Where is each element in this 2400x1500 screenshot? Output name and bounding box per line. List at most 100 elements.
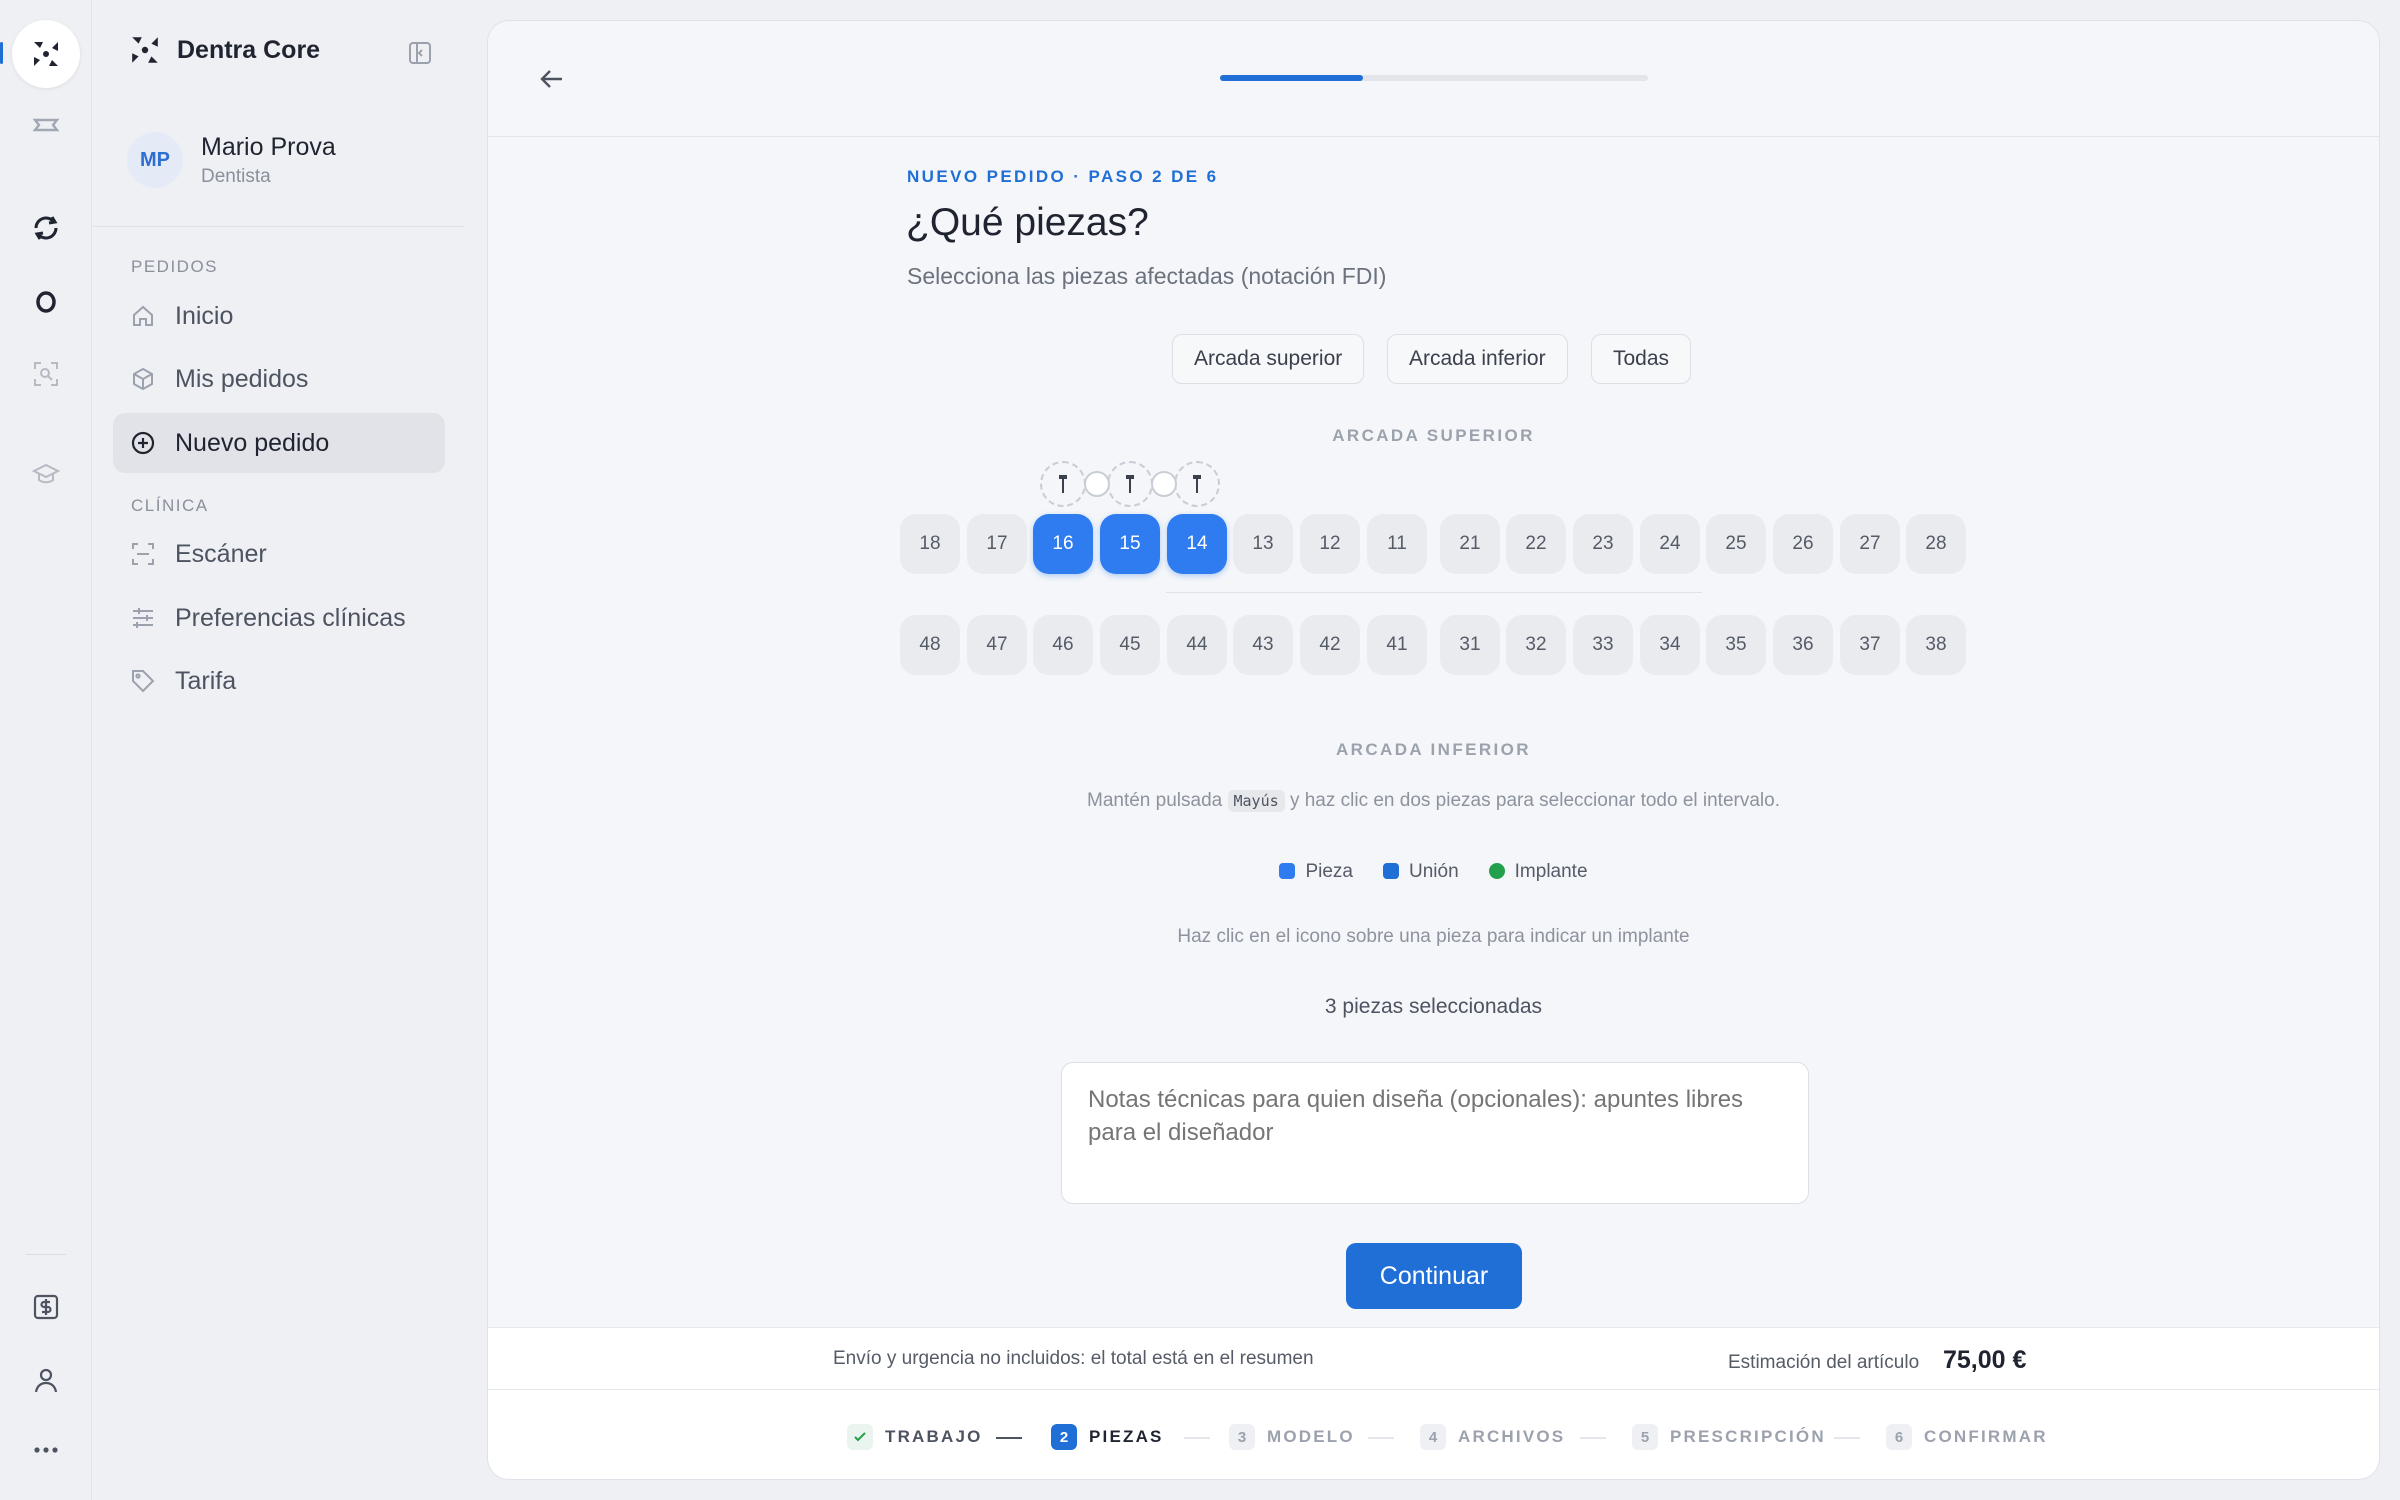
tooth-35[interactable]: 35 [1706, 615, 1766, 675]
legend-label: Unión [1409, 861, 1459, 882]
sidebar-item-label: Mis pedidos [175, 364, 309, 393]
sidebar-item-mis-pedidos[interactable]: Mis pedidos [113, 349, 445, 409]
tooth-33[interactable]: 33 [1573, 615, 1633, 675]
implant-toggle-16[interactable] [1040, 461, 1086, 507]
implant-toggle-14[interactable] [1174, 461, 1220, 507]
select-lower-arch-button[interactable]: Arcada inferior [1387, 334, 1568, 384]
app-logo-button[interactable] [12, 20, 80, 88]
tooth-47[interactable]: 47 [967, 615, 1027, 675]
tooth-31[interactable]: 31 [1440, 615, 1500, 675]
tooth-12[interactable]: 12 [1300, 514, 1360, 574]
user-icon[interactable] [26, 1360, 66, 1400]
step-label: MODELO [1267, 1427, 1355, 1446]
tooth-21[interactable]: 21 [1440, 514, 1500, 574]
tooth-38[interactable]: 38 [1906, 615, 1966, 675]
avatar: MP [127, 132, 183, 188]
wizard-progress-bar [1220, 75, 1648, 81]
tooth-42[interactable]: 42 [1300, 615, 1360, 675]
sidebar-item-nuevo-pedido[interactable]: Nuevo pedido [113, 413, 445, 473]
select-all-button[interactable]: Todas [1591, 334, 1692, 384]
tooth-17[interactable]: 17 [967, 514, 1027, 574]
tooth-crown-icon[interactable] [26, 108, 66, 148]
implant-toggle-15[interactable] [1107, 461, 1153, 507]
step-label: PRESCRIPCIÓN [1670, 1427, 1826, 1446]
wizard-progress-fill [1220, 75, 1363, 81]
tooth-22[interactable]: 22 [1506, 514, 1566, 574]
tooth-45[interactable]: 45 [1100, 615, 1160, 675]
sidebar-item-tarifa[interactable]: Tarifa [113, 651, 445, 711]
step-confirmar[interactable]: 6 CONFIRMAR [1886, 1424, 2048, 1450]
legend-item-union: Unión [1383, 861, 1459, 883]
sidebar-item-label: Nuevo pedido [175, 428, 330, 457]
step-piezas[interactable]: 2 PIEZAS [1051, 1424, 1164, 1450]
tooth-48[interactable]: 48 [900, 615, 960, 675]
tooth-36[interactable]: 36 [1773, 615, 1833, 675]
tooth-46[interactable]: 46 [1033, 615, 1093, 675]
step-prescripcion[interactable]: 5 PRESCRIPCIÓN [1632, 1424, 1826, 1450]
technical-notes-field[interactable] [1061, 1062, 1809, 1204]
logo-icon [34, 42, 58, 66]
check-icon [847, 1424, 873, 1450]
sidebar-item-inicio[interactable]: Inicio [113, 286, 445, 346]
legend-label: Implante [1514, 861, 1588, 882]
more-icon[interactable] [26, 1430, 66, 1470]
ring-icon[interactable] [26, 282, 66, 322]
wizard-stepper: TRABAJO 2 PIEZAS 3 MODELO 4 ARCHIVOS 5 P… [488, 1389, 2379, 1479]
page-subtitle: Selecciona las piezas afectadas (notació… [907, 263, 1387, 289]
implant-hint: Haz clic en el icono sobre una pieza par… [1177, 926, 1690, 947]
rail-active-indicator [0, 42, 3, 64]
tooth-28[interactable]: 28 [1906, 514, 1966, 574]
step-label: ARCHIVOS [1458, 1427, 1566, 1446]
tooth-15[interactable]: 15 [1100, 514, 1160, 574]
select-upper-arch-button[interactable]: Arcada superior [1172, 334, 1365, 384]
tooth-37[interactable]: 37 [1840, 615, 1900, 675]
continue-button[interactable]: Continuar [1346, 1243, 1522, 1309]
scan-face-icon[interactable] [26, 354, 66, 394]
sidebar-item-label: Inicio [175, 301, 234, 330]
range-hint-suffix: y haz clic en dos piezas para selecciona… [1289, 790, 1780, 811]
tooth-11[interactable]: 11 [1367, 514, 1427, 574]
bridge-toggle-15-14[interactable] [1150, 471, 1177, 497]
step-number: 6 [1886, 1424, 1912, 1450]
brand-name: Dentra Core [177, 35, 321, 64]
step-label: CONFIRMAR [1924, 1427, 2048, 1446]
tooth-23[interactable]: 23 [1573, 514, 1633, 574]
user-card[interactable]: MP Mario Prova Dentista [127, 132, 336, 188]
sidebar-item-preferencias[interactable]: Preferencias clínicas [113, 588, 445, 648]
bridge-toggle-16-15[interactable] [1083, 471, 1110, 497]
tooth-27[interactable]: 27 [1840, 514, 1900, 574]
tooth-16[interactable]: 16 [1033, 514, 1093, 574]
brand[interactable]: Dentra Core [129, 34, 320, 66]
tooth-13[interactable]: 13 [1233, 514, 1293, 574]
tooth-18[interactable]: 18 [900, 514, 960, 574]
tooth-32[interactable]: 32 [1506, 615, 1566, 675]
legend: Pieza Unión Implante [488, 861, 2379, 883]
sidebar: Dentra Core MP Mario Prova Dentista PEDI… [93, 0, 465, 1500]
tooth-34[interactable]: 34 [1640, 615, 1700, 675]
step-trabajo[interactable]: TRABAJO [847, 1424, 983, 1450]
tooth-43[interactable]: 43 [1233, 615, 1293, 675]
sync-icon[interactable] [26, 208, 66, 248]
pricing-icon[interactable] [26, 1287, 66, 1327]
tooth-41[interactable]: 41 [1367, 615, 1427, 675]
step-number: 2 [1051, 1424, 1077, 1450]
implant-icon [1126, 475, 1134, 493]
page-title: ¿Qué piezas? [906, 201, 1149, 244]
sidebar-item-escaner[interactable]: Escáner [113, 524, 445, 584]
legend-label: Pieza [1305, 861, 1353, 882]
graduation-cap-icon[interactable] [26, 454, 66, 494]
tooth-14[interactable]: 14 [1167, 514, 1227, 574]
back-button[interactable] [532, 59, 572, 99]
step-modelo[interactable]: 3 MODELO [1229, 1424, 1355, 1450]
tooth-26[interactable]: 26 [1773, 514, 1833, 574]
step-archivos[interactable]: 4 ARCHIVOS [1420, 1424, 1565, 1450]
step-label: PIEZAS [1089, 1427, 1164, 1446]
sidebar-item-label: Escáner [175, 539, 267, 568]
upper-arch-label: ARCADA SUPERIOR [1332, 426, 1535, 445]
tooth-25[interactable]: 25 [1706, 514, 1766, 574]
tooth-24[interactable]: 24 [1640, 514, 1700, 574]
section-pedidos: PEDIDOS [131, 257, 219, 276]
collapse-sidebar-icon[interactable] [407, 40, 433, 71]
tooth-44[interactable]: 44 [1167, 615, 1227, 675]
estimate-label: Estimación del artículo [1728, 1352, 1920, 1373]
